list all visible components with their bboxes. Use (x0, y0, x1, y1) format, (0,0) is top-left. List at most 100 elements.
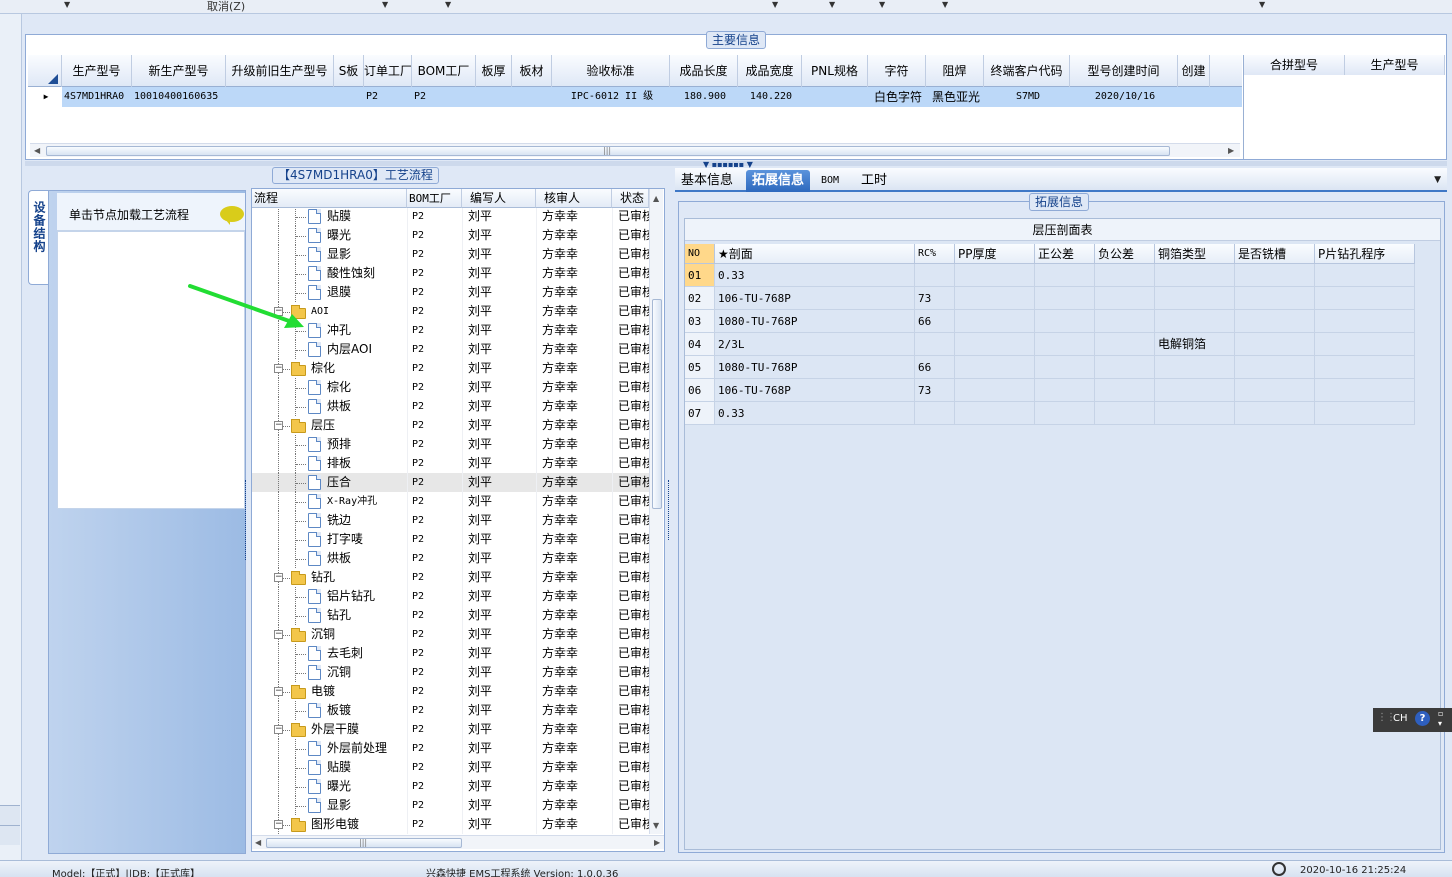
collapse-icon[interactable]: − (274, 573, 283, 582)
table-cell[interactable]: 73 (915, 379, 955, 402)
table-row[interactable]: ▶ 4S7MD1HRA0 10010400160635 P2 P2 IPC-6012 I… (28, 87, 1242, 107)
table-cell[interactable] (915, 264, 955, 287)
table-cell[interactable] (1155, 379, 1235, 402)
table-cell[interactable]: 0.33 (715, 264, 915, 287)
table-cell[interactable] (1155, 310, 1235, 333)
language-indicator[interactable]: CH (1393, 713, 1408, 724)
scroll-left-icon[interactable]: ◀ (255, 838, 261, 847)
table-cell[interactable] (1315, 310, 1415, 333)
table-cell[interactable] (915, 402, 955, 425)
table-cell[interactable]: P2 (412, 87, 476, 107)
column-header[interactable]: 成品宽度 (738, 55, 802, 87)
equipment-tree[interactable] (57, 231, 245, 509)
column-header[interactable]: 阻焊 (926, 55, 984, 87)
column-header[interactable]: S板 (334, 55, 364, 87)
column-header[interactable]: 编写人 (462, 189, 536, 208)
column-header[interactable]: 成品长度 (670, 55, 738, 87)
tree-row[interactable]: 退膜 P2 刘平 方幸幸 已审核 (252, 283, 649, 302)
collapse-icon[interactable]: − (274, 630, 283, 639)
dropdown-arrow-icon[interactable]: ▼ (445, 0, 451, 9)
dock-segment[interactable] (0, 825, 20, 845)
dropdown-arrow-icon[interactable]: ▼ (64, 0, 70, 9)
table-cell[interactable]: 2/3L (715, 333, 915, 356)
tree-row[interactable]: − 电镀 P2 刘平 方幸幸 已审核 (252, 682, 649, 701)
scroll-left-icon[interactable]: ◀ (34, 146, 40, 155)
table-cell[interactable] (226, 87, 334, 107)
tree-row[interactable]: − AOI P2 刘平 方幸幸 已审核 (252, 302, 649, 321)
column-header[interactable]: RC% (915, 244, 955, 264)
tree-row[interactable]: − 外层干膜 P2 刘平 方幸幸 已审核 (252, 720, 649, 739)
tree-row[interactable]: 曝光 P2 刘平 方幸幸 已审核 (252, 777, 649, 796)
table-cell[interactable]: 73 (915, 287, 955, 310)
scroll-thumb[interactable]: ||| (266, 838, 462, 848)
table-cell[interactable]: 电解铜箔 (1155, 333, 1235, 356)
help-icon[interactable]: ? (1415, 711, 1430, 726)
language-bar-menu-icon[interactable]: ▫ ▾ (1438, 709, 1443, 729)
tree-row[interactable]: 曝光 P2 刘平 方幸幸 已审核 (252, 226, 649, 245)
table-cell[interactable]: 2020/10/16 (1070, 87, 1178, 107)
tree-row[interactable]: 内层AOI P2 刘平 方幸幸 已审核 (252, 340, 649, 359)
table-cell[interactable] (1155, 287, 1235, 310)
tree-row[interactable]: 预排 P2 刘平 方幸幸 已审核 (252, 435, 649, 454)
table-cell[interactable]: P2 (364, 87, 412, 107)
dropdown-arrow-icon[interactable]: ▼ (829, 0, 835, 9)
tree-row[interactable]: 沉铜 P2 刘平 方幸幸 已审核 (252, 663, 649, 682)
table-cell[interactable] (1315, 264, 1415, 287)
scroll-down-icon[interactable]: ▼ (653, 821, 659, 830)
scroll-right-icon[interactable]: ▶ (1228, 146, 1234, 155)
table-cell[interactable] (1095, 264, 1155, 287)
column-header[interactable]: 生产型号 (62, 55, 132, 87)
table-cell[interactable] (1315, 333, 1415, 356)
table-cell[interactable] (955, 264, 1035, 287)
table-cell[interactable] (1095, 333, 1155, 356)
tree-row[interactable]: 酸性蚀刻 P2 刘平 方幸幸 已审核 (252, 264, 649, 283)
tree-row[interactable]: 显影 P2 刘平 方幸幸 已审核 (252, 796, 649, 815)
column-header[interactable]: 铜箔类型 (1155, 244, 1235, 264)
column-header[interactable]: BOM工厂 (412, 55, 476, 87)
column-header[interactable]: 负公差 (1095, 244, 1155, 264)
tree-row[interactable]: 板镀 P2 刘平 方幸幸 已审核 (252, 701, 649, 720)
table-cell[interactable] (1235, 310, 1315, 333)
table-cell[interactable] (955, 356, 1035, 379)
column-header[interactable]: 正公差 (1035, 244, 1095, 264)
table-cell[interactable] (955, 287, 1035, 310)
column-header[interactable]: 新生产型号 (132, 55, 226, 87)
tree-row[interactable]: − 棕化 P2 刘平 方幸幸 已审核 (252, 359, 649, 378)
collapse-icon[interactable]: − (274, 725, 283, 734)
table-cell[interactable]: 1080-TU-768P (715, 310, 915, 333)
table-cell[interactable] (1035, 402, 1095, 425)
table-cell[interactable] (1315, 379, 1415, 402)
tree-row[interactable]: 排板 P2 刘平 方幸幸 已审核 (252, 454, 649, 473)
column-header[interactable]: 创建 (1178, 55, 1210, 87)
table-cell[interactable] (1155, 264, 1235, 287)
table-cell[interactable]: 66 (915, 310, 955, 333)
table-cell[interactable] (1035, 379, 1095, 402)
table-cell[interactable] (476, 87, 512, 107)
table-cell[interactable] (1035, 264, 1095, 287)
table-cell[interactable] (1235, 379, 1315, 402)
table-cell[interactable]: 106-TU-768P (715, 287, 915, 310)
column-header[interactable]: 升级前旧生产型号 (226, 55, 334, 87)
dropdown-arrow-icon[interactable]: ▼ (382, 0, 388, 9)
table-cell[interactable]: 106-TU-768P (715, 379, 915, 402)
table-cell[interactable]: 4S7MD1HRA0 (62, 87, 132, 107)
table-cell[interactable] (1095, 287, 1155, 310)
dropdown-arrow-icon[interactable]: ▼ (942, 0, 948, 9)
scroll-right-icon[interactable]: ▶ (654, 838, 660, 847)
dropdown-arrow-icon[interactable]: ▼ (772, 0, 778, 9)
table-cell[interactable] (512, 87, 552, 107)
table-cell[interactable] (1155, 402, 1235, 425)
tree-row[interactable]: − 图形电镀 P2 刘平 方幸幸 已审核 (252, 815, 649, 834)
tree-row[interactable]: 贴膜 P2 刘平 方幸幸 已审核 (252, 208, 649, 226)
table-cell[interactable] (955, 379, 1035, 402)
column-header[interactable]: 流程 (252, 189, 407, 208)
tree-row[interactable]: 贴膜 P2 刘平 方幸幸 已审核 (252, 758, 649, 777)
tree-row[interactable]: X-Ray冲孔 P2 刘平 方幸幸 已审核 (252, 492, 649, 511)
tree-row[interactable]: 压合 P2 刘平 方幸幸 已审核 (252, 473, 649, 492)
table-cell[interactable]: 黑色亚光 (926, 87, 984, 107)
cancel-button[interactable]: 取消(Z) (207, 0, 245, 14)
column-header[interactable]: NO (685, 244, 715, 264)
table-cell[interactable]: 66 (915, 356, 955, 379)
column-header[interactable]: 型号创建时间 (1070, 55, 1178, 87)
tab-extended-info[interactable]: 拓展信息 (746, 170, 811, 192)
